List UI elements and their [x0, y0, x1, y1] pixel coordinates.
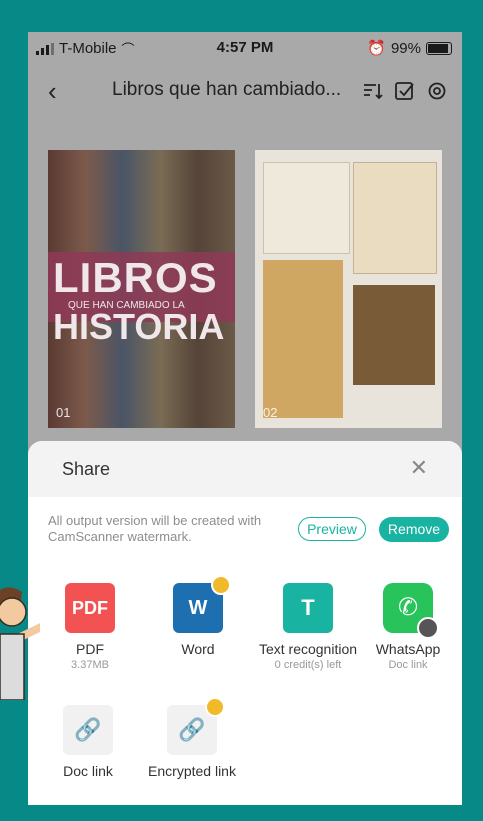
cover-title-line-1: LIBROS — [53, 254, 218, 301]
close-icon[interactable]: ✕ — [410, 455, 428, 481]
share-option-doc-link[interactable]: 🔗 Doc link — [28, 705, 148, 779]
share-header: Share ✕ — [28, 441, 462, 497]
share-option-word[interactable]: W Word — [138, 575, 258, 657]
link-icon: 🔗 — [63, 705, 113, 755]
link-icon-glyph: 🔗 — [74, 717, 102, 742]
share-sheet: Share ✕ All output version will be creat… — [28, 441, 462, 805]
page-number: 02 — [263, 405, 278, 420]
option-label: Doc link — [63, 763, 113, 779]
phone-screen: T-Mobile ⌒ 4:57 PM ⏰ 99% ‹ Libros que ha… — [28, 32, 462, 805]
old-page-image — [263, 260, 343, 418]
nav-bar: ‹ Libros que han cambiado... — [28, 70, 462, 114]
page-thumbnail-1[interactable]: LIBROS QUE HAN CAMBIADO LA HISTORIA 01 — [48, 150, 235, 428]
option-label: Encrypted link — [148, 763, 236, 779]
old-book-image — [353, 285, 435, 385]
page-thumbnails: LIBROS QUE HAN CAMBIADO LA HISTORIA 01 0… — [48, 150, 448, 430]
preview-button[interactable]: Preview — [298, 517, 366, 541]
option-sublabel: 3.37MB — [71, 659, 109, 671]
manuscript-illustration — [353, 162, 437, 274]
encrypted-link-icon-glyph: 🔗 — [178, 717, 206, 742]
pdf-icon-text: PDF — [72, 598, 108, 618]
whatsapp-icon-glyph: ✆ — [397, 594, 419, 621]
remove-watermark-button[interactable]: Remove — [379, 517, 449, 542]
select-icon[interactable] — [394, 80, 416, 102]
cartoon-character — [0, 587, 40, 700]
link-badge-icon — [417, 617, 439, 639]
option-label: WhatsApp — [375, 641, 441, 657]
nav-icons — [362, 80, 448, 102]
word-icon-text: W — [188, 597, 208, 619]
option-sublabel: Doc link — [388, 659, 428, 671]
share-option-whatsapp[interactable]: ✆ WhatsApp Doc link — [348, 583, 462, 671]
encrypted-link-icon: 🔗 — [167, 697, 225, 755]
share-option-encrypted-link[interactable]: 🔗 Encrypted link — [132, 697, 252, 779]
word-icon: W — [173, 575, 231, 633]
bird-illustration — [263, 162, 350, 254]
document-title: Libros que han cambiado... — [112, 79, 342, 100]
option-label: PDF — [76, 641, 104, 657]
watermark-notice: All output version will be created with … — [48, 513, 262, 544]
share-option-pdf[interactable]: PDF PDF 3.37MB — [30, 583, 150, 671]
crown-icon — [205, 697, 225, 717]
page-number: 01 — [56, 405, 71, 420]
status-bar: T-Mobile ⌒ 4:57 PM ⏰ 99% — [28, 32, 462, 62]
share-title: Share — [62, 459, 111, 479]
battery-icon — [426, 41, 452, 55]
text-recognition-icon-text: T — [301, 595, 315, 620]
alarm-icon: ⏰ — [367, 40, 386, 57]
status-right: ⏰ 99% — [367, 39, 452, 57]
pdf-icon: PDF — [65, 583, 115, 633]
page-thumbnail-2[interactable]: 02 — [255, 150, 442, 428]
crown-icon — [211, 575, 231, 595]
option-label: Word — [181, 641, 215, 657]
whatsapp-icon: ✆ — [383, 583, 439, 639]
text-recognition-icon: T — [283, 583, 333, 633]
back-button[interactable]: ‹ — [48, 76, 57, 107]
battery-percent: 99% — [390, 39, 421, 57]
cover-title-line-3: HISTORIA — [53, 306, 225, 347]
sort-icon[interactable] — [362, 80, 384, 102]
settings-gear-icon[interactable] — [426, 80, 448, 102]
